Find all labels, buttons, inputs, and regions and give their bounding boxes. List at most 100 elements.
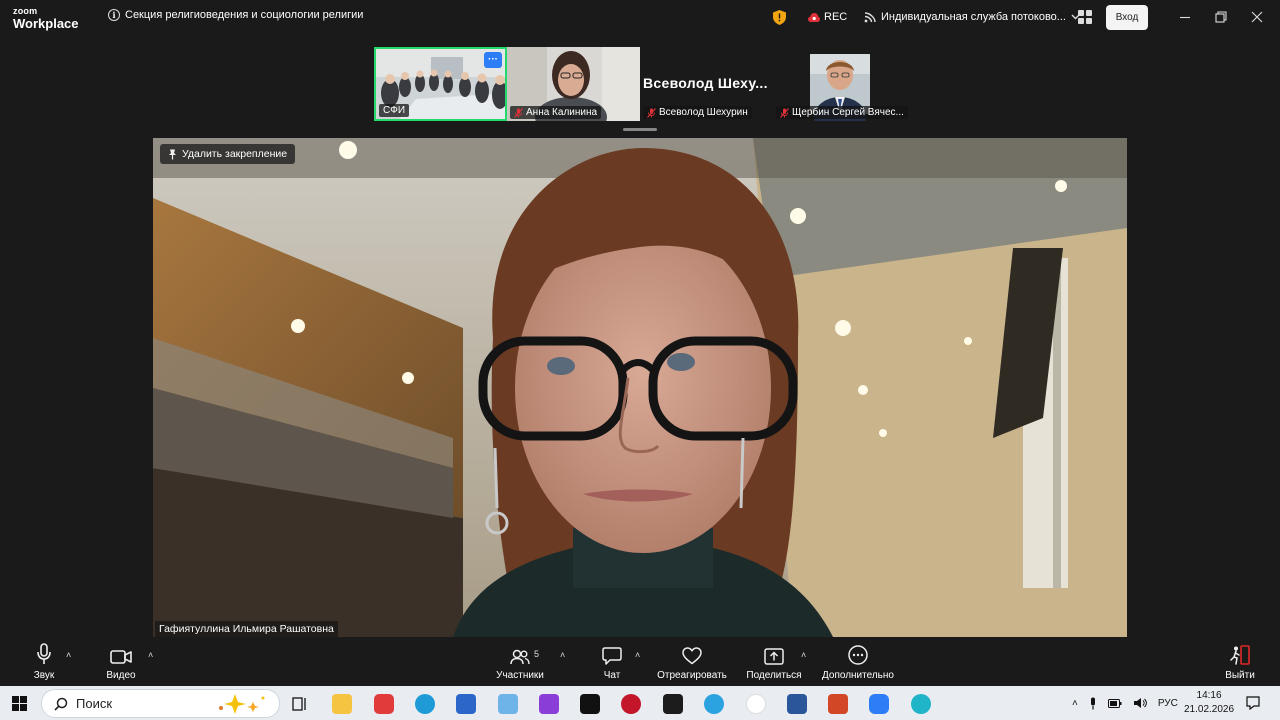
participants-count: 5 (534, 649, 540, 659)
windows-taskbar: Поиск ˄ РУС 14:16 21.02.2026 (0, 686, 1280, 720)
taskbar-search-box[interactable]: Поиск (41, 689, 280, 718)
chat-button[interactable]: Чат (596, 637, 628, 686)
thumbnail-label: Всеволод Шехурин (659, 107, 748, 118)
outlook-icon[interactable] (456, 694, 476, 714)
share-options-caret-icon[interactable]: ˄ (801, 650, 806, 660)
logo-line2: Workplace (13, 16, 79, 31)
chat-options-caret-icon[interactable]: ˄ (635, 650, 640, 660)
speaker-video-frame (153, 138, 1127, 637)
video-camera-icon (110, 650, 132, 664)
mic-muted-icon (647, 107, 656, 118)
more-label: Дополнительно (822, 670, 894, 681)
minimize-icon[interactable] (1178, 10, 1192, 24)
unpin-button[interactable]: Удалить закрепление (160, 144, 296, 164)
battery-icon[interactable] (1107, 698, 1122, 708)
volume-icon[interactable] (1133, 697, 1147, 709)
clock-date: 21.02.2026 (1184, 704, 1235, 715)
audio-button[interactable]: Звук (24, 637, 64, 686)
meeting-title: Секция религиоведения и социологии религ… (125, 9, 364, 21)
thumbnail-shcherbin[interactable]: Щербин Сергей Вячес... (773, 47, 909, 121)
mic-muted-icon (514, 107, 523, 118)
search-icon (54, 697, 68, 711)
sparkle-decoration-icon (219, 693, 265, 714)
app-purple-icon[interactable] (539, 694, 559, 714)
leave-button[interactable]: Выйти (1221, 637, 1259, 686)
thumbnail-name: Анна Калинина (510, 106, 602, 119)
heart-icon (682, 647, 702, 665)
taskbar-clock[interactable]: 14:16 21.02.2026 (1184, 689, 1234, 717)
participants-icon (510, 649, 530, 665)
video-button[interactable]: Видео (101, 637, 141, 686)
powerpoint-icon[interactable] (828, 694, 848, 714)
yandex-browser-icon[interactable] (746, 694, 766, 714)
share-screen-button[interactable]: Поделиться (744, 637, 804, 686)
thumbnail-label: Анна Калинина (526, 107, 598, 118)
microphone-icon (37, 643, 51, 664)
notifications-icon[interactable] (1246, 696, 1260, 710)
react-button[interactable]: Отреагировать (654, 637, 730, 686)
telegram-icon[interactable] (704, 694, 724, 714)
tray-microphone-icon[interactable] (1089, 697, 1097, 710)
edge-browser-icon[interactable] (415, 694, 435, 714)
participants-label: Участники (496, 670, 544, 681)
thumbnail-strip-drag-handle[interactable] (623, 128, 657, 131)
view-grid-icon[interactable] (1078, 10, 1092, 24)
react-label: Отреагировать (657, 670, 727, 681)
thumbnail-label: СФИ (383, 105, 406, 116)
leave-door-icon (1230, 645, 1250, 665)
video-label: Видео (106, 670, 136, 681)
participants-options-caret-icon[interactable]: ˄ (560, 650, 565, 660)
more-ellipsis-icon (848, 645, 868, 665)
zoom-app-icon[interactable] (869, 694, 889, 714)
screen-recorder-icon[interactable] (374, 694, 394, 714)
photo-app-icon[interactable] (663, 694, 683, 714)
more-button[interactable]: Дополнительно (818, 637, 898, 686)
restore-icon[interactable] (1214, 10, 1228, 24)
cloud-record-icon (808, 12, 820, 22)
audio-options-caret-icon[interactable]: ˄ (66, 650, 71, 660)
title-bar: zoom Workplace i Секция религиоведения и… (0, 0, 1280, 36)
thumbnail-sfi[interactable]: ··· СФИ (374, 47, 507, 121)
notepad-icon[interactable] (498, 694, 518, 714)
signin-button[interactable]: Вход (1106, 5, 1148, 30)
word-icon[interactable] (787, 694, 807, 714)
thumbnail-name: Всеволод Шехурин (643, 106, 752, 119)
streaming-icon (864, 11, 876, 22)
thumbnail-name: Щербин Сергей Вячес... (776, 106, 908, 119)
info-icon[interactable]: i (108, 9, 120, 21)
thumbnail-label: Щербин Сергей Вячес... (792, 107, 904, 118)
input-language[interactable]: РУС (1158, 698, 1178, 709)
system-tray: ˄ РУС (1072, 686, 1178, 720)
thumbnail-anna-kalinina[interactable]: Анна Калинина (507, 47, 640, 121)
file-explorer-icon[interactable] (332, 694, 352, 714)
share-screen-icon (764, 648, 784, 665)
participants-button[interactable]: Участники (492, 637, 548, 686)
rec-label: REC (824, 11, 848, 23)
windows-start-icon[interactable] (12, 696, 27, 711)
zoom-logo: zoom Workplace (13, 6, 79, 31)
chat-label: Чат (603, 670, 621, 681)
more-options-button[interactable]: ··· (484, 52, 502, 68)
chat-bubble-icon (602, 647, 622, 665)
opera-browser-icon[interactable] (621, 694, 641, 714)
mic-muted-icon (780, 107, 789, 118)
close-icon[interactable] (1250, 10, 1264, 24)
leave-label: Выйти (1225, 670, 1255, 681)
meeting-info[interactable]: i Секция религиоведения и социологии рел… (108, 9, 363, 21)
meeting-toolbar: Звук ˄ Видео ˄ Участники 5 ˄ Чат ˄ Отреа… (0, 637, 1280, 686)
video-options-caret-icon[interactable]: ˄ (148, 650, 153, 660)
streaming-service-dropdown[interactable]: Индивидуальная служба потоково... (864, 11, 1080, 23)
logo-line1: zoom (13, 6, 38, 16)
thumbnail-name: СФИ (379, 104, 410, 117)
stream-label: Индивидуальная служба потоково... (881, 11, 1066, 23)
app-teal-icon[interactable] (911, 694, 931, 714)
shield-icon[interactable] (773, 10, 786, 25)
task-view-icon[interactable] (290, 694, 310, 714)
capcut-icon[interactable] (580, 694, 600, 714)
search-label: Поиск (76, 696, 113, 711)
share-label: Поделиться (746, 670, 802, 681)
recording-indicator[interactable]: REC (808, 11, 847, 23)
main-speaker-video[interactable] (153, 138, 1127, 637)
audio-label: Звук (33, 670, 55, 681)
tray-overflow-chevron-icon[interactable]: ˄ (1072, 698, 1078, 709)
